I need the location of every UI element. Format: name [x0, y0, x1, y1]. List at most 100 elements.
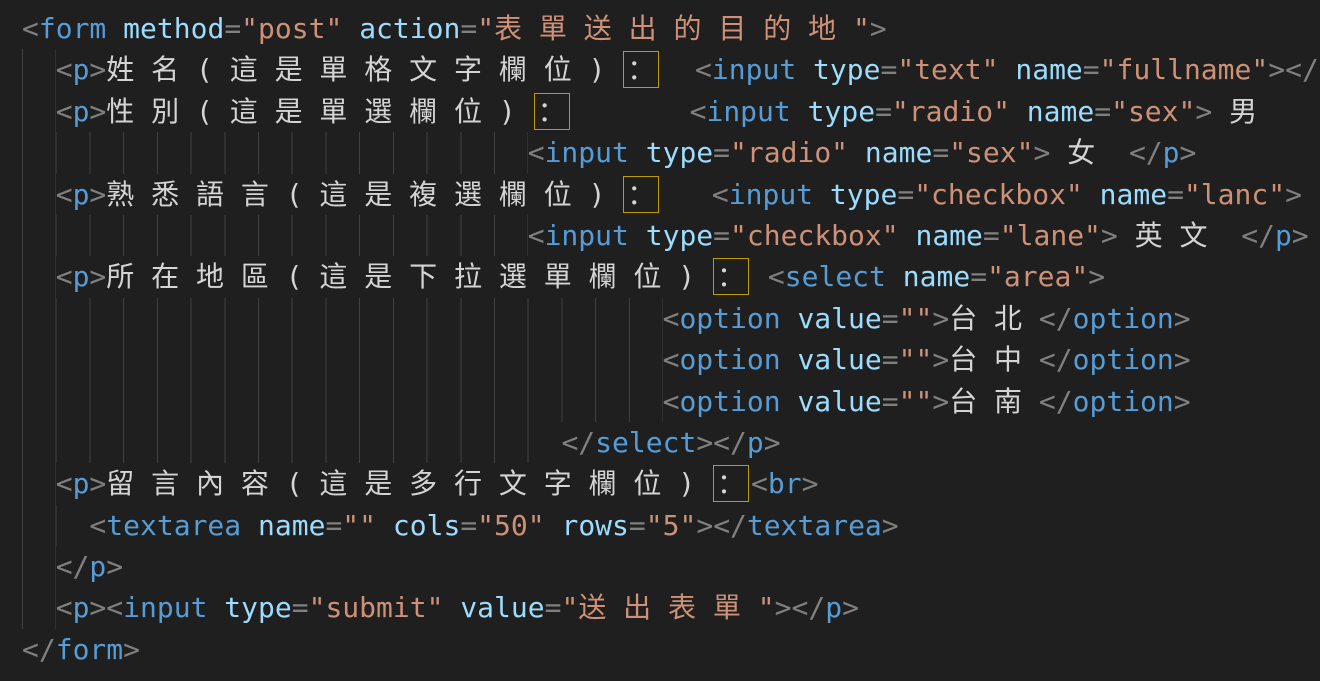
token-pun: > [764, 426, 781, 459]
token-sp [899, 219, 916, 252]
indent-guides [22, 339, 663, 380]
token-sp [796, 53, 813, 86]
token-tag: p [73, 467, 90, 500]
token-tag: input [712, 53, 796, 86]
token-str: "radio" [730, 136, 848, 169]
token-attr: value [797, 343, 881, 376]
token-sp [443, 591, 460, 624]
token-pun: = [983, 219, 1000, 252]
token-pun: > [932, 385, 949, 418]
token-str: "radio" [892, 95, 1010, 128]
token-str: "checkbox" [914, 178, 1083, 211]
token-tag: textarea [106, 509, 241, 542]
token-str: "post" [241, 12, 342, 45]
code-line[interactable]: <p>留言內容(這是多行文字欄位)：<br> [22, 463, 1320, 504]
token-sp [813, 178, 830, 211]
code-line[interactable]: <input type="checkbox" name="lane"> 英文 <… [22, 215, 1320, 256]
token-pun: < [690, 95, 707, 128]
token-tag: form [56, 633, 123, 666]
token-txt: 姓名(這是單格文字欄位) [106, 53, 622, 86]
code-line[interactable]: </select></p> [22, 422, 1320, 463]
token-pun: </ [1039, 343, 1073, 376]
code-line[interactable]: <form method="post" action="表單送出的目的地"> [22, 8, 1320, 49]
token-sp [106, 12, 123, 45]
indent-guides [22, 49, 56, 90]
code-line[interactable]: <p>性別(這是單選欄位)： <input type="radio" name=… [22, 91, 1320, 132]
token-str: "" [899, 343, 933, 376]
token-sp [1010, 95, 1027, 128]
code-line[interactable]: <textarea name="" cols="50" rows="5"></t… [22, 505, 1320, 546]
code-line[interactable]: <p>所在地區(這是下拉選單欄位)： <select name="area"> [22, 256, 1320, 297]
token-pun: > [1195, 95, 1212, 128]
token-pun: = [713, 219, 730, 252]
token-tag: p [89, 550, 106, 583]
indent-guides [22, 587, 56, 628]
token-tag: option [679, 302, 780, 335]
token-txt: 台南 [949, 385, 1039, 418]
code-line[interactable]: <input type="radio" name="sex"> 女 </p> [22, 132, 1320, 173]
token-pun: < [22, 12, 39, 45]
token-attr: name [915, 219, 982, 252]
token-pun: = [882, 343, 899, 376]
token-sp [1050, 136, 1067, 169]
token-sp [572, 95, 690, 128]
token-tag: input [123, 591, 207, 624]
token-attr: name [1015, 53, 1082, 86]
token-pun: > [1174, 385, 1191, 418]
token-pun: < [663, 385, 680, 418]
token-attr: action [359, 12, 460, 45]
code-line[interactable]: <p><input type="submit" value="送出表單"></p… [22, 587, 1320, 628]
code-line[interactable]: </p> [22, 546, 1320, 587]
code-line[interactable]: <option value="">台北</option> [22, 298, 1320, 339]
token-tag: p [73, 95, 90, 128]
token-txt: 台北 [949, 302, 1039, 335]
token-pun: > [1101, 219, 1118, 252]
token-str: "submit" [309, 591, 444, 624]
code-line[interactable]: <p>熟悉語言(這是複選欄位)： <input type="checkbox" … [22, 174, 1320, 215]
token-attr: name [1100, 178, 1167, 211]
code-line[interactable]: </form> [22, 629, 1320, 670]
unicode-highlight-char: ： [534, 93, 570, 130]
token-attr: type [808, 95, 875, 128]
token-sp [1112, 136, 1129, 169]
indent-guides [22, 256, 56, 297]
unicode-highlight-char: ： [623, 176, 659, 213]
token-attr: type [646, 219, 713, 252]
token-pun: < [751, 467, 768, 500]
token-pun: < [768, 260, 785, 293]
token-pun: > [932, 343, 949, 376]
token-attr: cols [393, 509, 460, 542]
token-pun: </ [1129, 136, 1163, 169]
token-pun: ></ [696, 426, 747, 459]
token-pun: = [629, 509, 646, 542]
token-pun: = [1094, 95, 1111, 128]
token-attr: name [258, 509, 325, 542]
token-sp [629, 219, 646, 252]
token-attr: rows [561, 509, 628, 542]
code-line[interactable]: <option value="">台中</option> [22, 339, 1320, 380]
token-pun: ></ [1268, 53, 1319, 86]
code-line[interactable]: <option value="">台南</option> [22, 381, 1320, 422]
token-pun: > [89, 260, 106, 293]
token-txt: 所在地區(這是下拉選單欄位) [106, 260, 712, 293]
token-pun: > [1285, 178, 1302, 211]
token-sp [376, 509, 393, 542]
token-tag: form [39, 12, 106, 45]
token-pun: = [882, 302, 899, 335]
indent-guides [22, 298, 663, 339]
code-area[interactable]: <form method="post" action="表單送出的目的地"><p… [22, 8, 1320, 670]
token-tag: p [73, 591, 90, 624]
token-pun: < [56, 53, 73, 86]
token-sp [781, 343, 798, 376]
token-sp [342, 12, 359, 45]
token-sp [1212, 95, 1229, 128]
token-pun: < [56, 467, 73, 500]
code-line[interactable]: <p>姓名(這是單格文字欄位)： <input type="text" name… [22, 49, 1320, 90]
token-attr: name [1027, 95, 1094, 128]
token-tag: option [1073, 343, 1174, 376]
token-tag: p [73, 260, 90, 293]
token-str: "5" [646, 509, 697, 542]
token-pun: > [1180, 136, 1197, 169]
token-str: "fullname" [1100, 53, 1269, 86]
indent-guides [22, 463, 56, 504]
